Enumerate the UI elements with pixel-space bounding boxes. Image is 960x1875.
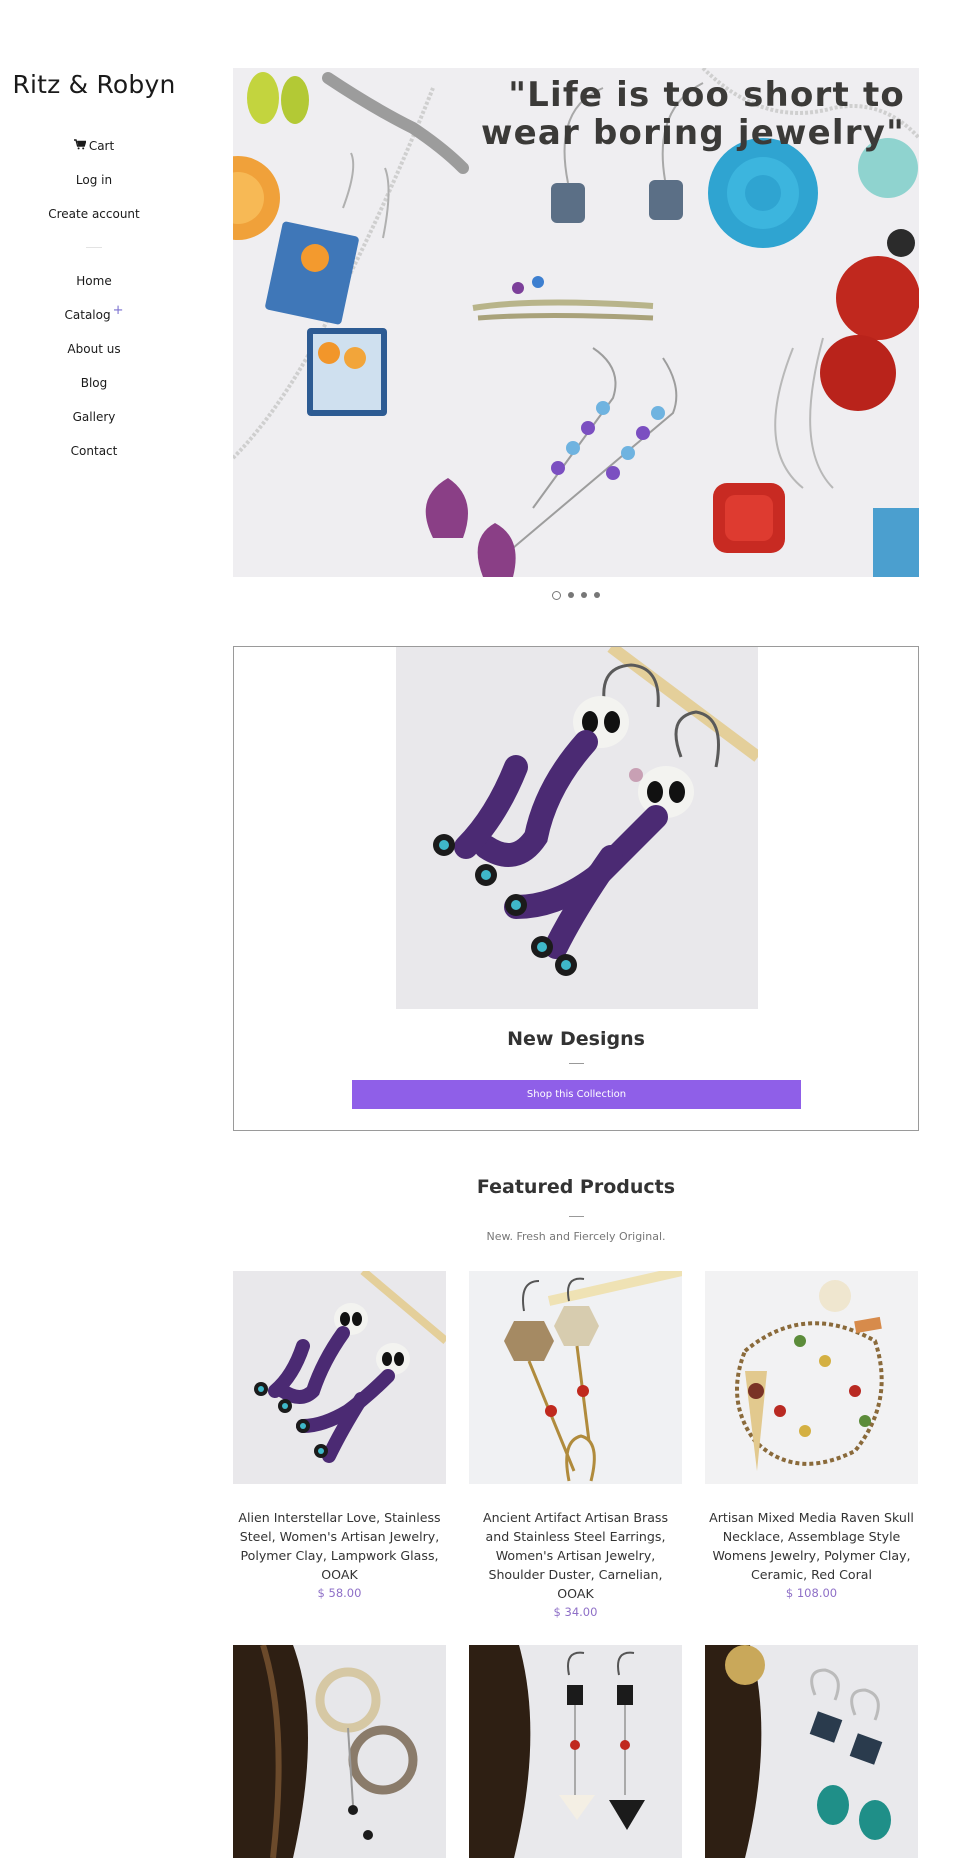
nav-blog-label[interactable]: Blog: [81, 376, 108, 390]
product-image[interactable]: [705, 1645, 918, 1858]
site-logo[interactable]: Ritz & Robyn: [0, 70, 188, 99]
nav-item-contact[interactable]: Contact: [0, 434, 188, 468]
slide-dot-2[interactable]: [568, 592, 574, 598]
hero-slideshow[interactable]: "Life is too short to wear boring jewelr…: [233, 68, 919, 577]
product-card[interactable]: [233, 1645, 446, 1858]
login-label[interactable]: Log in: [76, 173, 112, 187]
product-price: $ 108.00: [785, 1586, 838, 1600]
slide-dot-1[interactable]: [552, 590, 561, 600]
product-image[interactable]: [469, 1271, 682, 1484]
collection-title[interactable]: New Designs: [234, 1028, 918, 1050]
slide-dot-3[interactable]: [581, 592, 587, 598]
product-image[interactable]: [469, 1645, 682, 1858]
login-link[interactable]: Log in: [0, 163, 188, 197]
hero-quote-line2: wear boring jewelry": [481, 113, 905, 153]
featured-subtitle: New. Fresh and Fiercely Original.: [486, 1230, 666, 1243]
nav-home-label[interactable]: Home: [76, 274, 111, 288]
nav-about-label[interactable]: About us: [67, 342, 120, 356]
featured-products: Featured Products New. Fresh and Fiercel…: [233, 1176, 919, 1858]
product-card[interactable]: [705, 1645, 918, 1858]
create-account-link[interactable]: Create account: [0, 197, 188, 231]
expand-plus-icon[interactable]: +: [113, 303, 124, 318]
sidebar-divider: [86, 247, 102, 248]
cart-link[interactable]: Cart: [0, 129, 188, 163]
featured-collection: New Designs Shop this Collection: [233, 646, 919, 1131]
nav-catalog-label[interactable]: Catalog: [65, 308, 111, 322]
collection-divider: [569, 1063, 584, 1064]
nav-item-catalog[interactable]: Catalog +: [0, 298, 188, 332]
cart-label[interactable]: Cart: [89, 139, 114, 153]
product-card[interactable]: [469, 1645, 682, 1858]
product-price: $ 58.00: [317, 1586, 362, 1600]
nav-item-gallery[interactable]: Gallery: [0, 400, 188, 434]
product-name[interactable]: Alien Interstellar Love, Stainless Steel…: [233, 1508, 446, 1584]
nav-item-blog[interactable]: Blog: [0, 366, 188, 400]
collection-image[interactable]: [396, 647, 758, 1009]
product-card[interactable]: Ancient Artifact Artisan Brass and Stain…: [469, 1271, 682, 1621]
main-content: "Life is too short to wear boring jewelr…: [233, 68, 919, 1858]
sidebar: Ritz & Robyn Cart Log in Create account …: [0, 0, 188, 468]
nav-item-home[interactable]: Home: [0, 264, 188, 298]
product-image[interactable]: [705, 1271, 918, 1484]
nav-gallery-label[interactable]: Gallery: [73, 410, 116, 424]
product-grid-row-2: [233, 1645, 919, 1858]
nav-item-about[interactable]: About us: [0, 332, 188, 366]
shop-collection-button[interactable]: Shop this Collection: [352, 1080, 801, 1109]
create-account-label[interactable]: Create account: [48, 207, 140, 221]
hero-quote-line1: "Life is too short to: [508, 75, 905, 115]
slideshow-dots: [233, 589, 919, 601]
product-price: $ 34.00: [553, 1605, 598, 1619]
slide-dot-4[interactable]: [594, 592, 600, 598]
product-grid: Alien Interstellar Love, Stainless Steel…: [233, 1271, 919, 1621]
cart-icon: [73, 129, 87, 163]
product-image[interactable]: [233, 1645, 446, 1858]
featured-header: Featured Products New. Fresh and Fiercel…: [233, 1176, 919, 1243]
product-image[interactable]: [233, 1271, 446, 1484]
account-nav: Cart Log in Create account: [0, 129, 188, 231]
product-name[interactable]: Ancient Artifact Artisan Brass and Stain…: [469, 1508, 682, 1603]
featured-title: Featured Products: [476, 1176, 676, 1198]
featured-divider: [568, 1216, 584, 1217]
main-nav: Home Catalog + About us Blog Gallery Cont…: [0, 264, 188, 468]
hero-quote: "Life is too short to wear boring jewelr…: [481, 76, 905, 152]
product-card[interactable]: Alien Interstellar Love, Stainless Steel…: [233, 1271, 446, 1621]
product-name[interactable]: Artisan Mixed Media Raven Skull Necklace…: [705, 1508, 918, 1584]
nav-contact-label[interactable]: Contact: [71, 444, 118, 458]
product-card[interactable]: Artisan Mixed Media Raven Skull Necklace…: [705, 1271, 918, 1621]
